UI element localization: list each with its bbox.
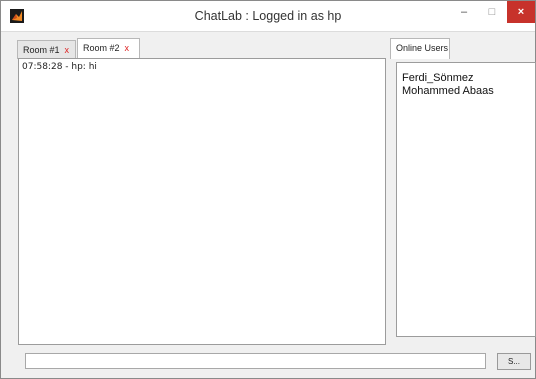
- online-users-list: Ferdi_Sönmez Mohammed Abaas: [396, 62, 536, 337]
- tab-online-users[interactable]: Online Users: [390, 38, 450, 59]
- list-item[interactable]: Ferdi_Sönmez: [402, 72, 494, 85]
- users-list-items: Ferdi_Sönmez Mohammed Abaas: [402, 72, 494, 98]
- chatlab-window: ChatLab : Logged in as hp – □ × Room #1 x…: [0, 0, 536, 379]
- maximize-button[interactable]: □: [479, 1, 505, 23]
- tab-label: Room #1: [23, 45, 60, 55]
- title-bar: ChatLab : Logged in as hp – □ ×: [1, 1, 535, 32]
- tab-label: Room #2: [83, 43, 120, 53]
- tab-close-icon[interactable]: x: [125, 43, 130, 53]
- send-button[interactable]: S...: [497, 353, 531, 370]
- chat-log[interactable]: 07:58:28 - hp: hi: [18, 58, 386, 345]
- tab-room-2[interactable]: Room #2 x: [77, 38, 140, 59]
- tab-close-icon[interactable]: x: [65, 45, 70, 55]
- message-input[interactable]: [25, 353, 486, 369]
- tab-label: Online Users: [396, 43, 449, 53]
- minimize-button[interactable]: –: [451, 1, 477, 23]
- tab-room-1[interactable]: Room #1 x: [17, 40, 76, 59]
- chat-message: 07:58:28 - hp: hi: [22, 62, 97, 72]
- list-item[interactable]: Mohammed Abaas: [402, 85, 494, 98]
- close-button[interactable]: ×: [507, 1, 535, 23]
